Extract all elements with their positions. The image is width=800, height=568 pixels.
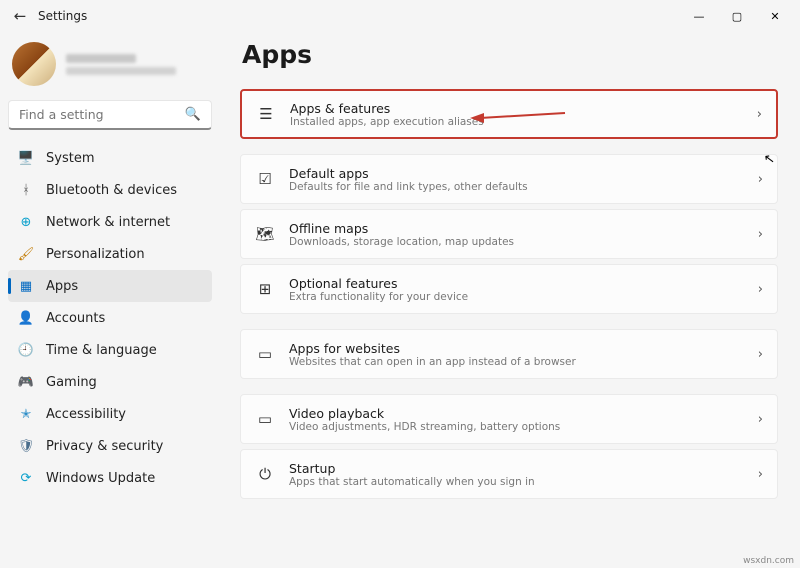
maximize-button[interactable]: ▢: [718, 2, 756, 30]
content-area: Apps ☰ Apps & features Installed apps, a…: [218, 32, 800, 568]
item-title: Apps for websites: [289, 341, 744, 356]
nav-icon: ✭: [18, 406, 34, 422]
nav-icon: ⟳: [18, 470, 34, 486]
nav-icon: 👤: [18, 310, 34, 326]
chevron-right-icon: ›: [758, 412, 763, 427]
item-icon: ⊞: [255, 279, 275, 299]
user-name-redacted: [66, 54, 136, 63]
item-icon: ☑: [255, 169, 275, 189]
item-title: Apps & features: [290, 101, 743, 116]
user-email-redacted: [66, 67, 176, 75]
watermark: wsxdn.com: [743, 556, 794, 566]
search-input[interactable]: [19, 107, 185, 122]
settings-item-video-playback[interactable]: ▭ Video playback Video adjustments, HDR …: [240, 394, 778, 444]
item-subtitle: Apps that start automatically when you s…: [289, 476, 744, 488]
sidebar-item-apps[interactable]: ▦ Apps: [8, 270, 212, 302]
settings-item-startup[interactable]: ⏻ Startup Apps that start automatically …: [240, 449, 778, 499]
item-icon: ⏻: [255, 464, 275, 484]
item-title: Startup: [289, 461, 744, 476]
window-title: Settings: [38, 9, 87, 23]
search-icon: 🔍: [185, 107, 201, 122]
item-icon: ▭: [255, 409, 275, 429]
nav-icon: 🛡: [18, 438, 34, 454]
item-subtitle: Installed apps, app execution aliases: [290, 116, 743, 128]
cursor-icon: ↖: [763, 151, 776, 167]
nav-list: 🖥️ System ᚼ Bluetooth & devices ⊕ Network & i…: [8, 142, 212, 494]
item-icon: ▭: [255, 344, 275, 364]
item-subtitle: Video adjustments, HDR streaming, batter…: [289, 421, 744, 433]
page-heading: Apps: [242, 40, 778, 69]
search-box[interactable]: 🔍: [8, 100, 212, 130]
chevron-right-icon: ›: [758, 347, 763, 362]
item-subtitle: Downloads, storage location, map updates: [289, 236, 744, 248]
sidebar-item-time-language[interactable]: 🕘 Time & language: [8, 334, 212, 366]
back-button[interactable]: ←: [6, 2, 34, 30]
nav-label: System: [46, 151, 94, 166]
item-icon: ☰: [256, 104, 276, 124]
settings-item-apps-features[interactable]: ☰ Apps & features Installed apps, app ex…: [240, 89, 778, 139]
minimize-button[interactable]: —: [680, 2, 718, 30]
chevron-right-icon: ›: [758, 467, 763, 482]
chevron-right-icon: ›: [757, 107, 762, 122]
item-subtitle: Defaults for file and link types, other …: [289, 181, 744, 193]
nav-icon: 🕘: [18, 342, 34, 358]
sidebar-item-network-internet[interactable]: ⊕ Network & internet: [8, 206, 212, 238]
close-button[interactable]: ✕: [756, 2, 794, 30]
nav-label: Bluetooth & devices: [46, 183, 177, 198]
nav-label: Windows Update: [46, 471, 155, 486]
sidebar-item-privacy-security[interactable]: 🛡 Privacy & security: [8, 430, 212, 462]
nav-label: Privacy & security: [46, 439, 163, 454]
user-profile[interactable]: [8, 38, 212, 100]
settings-item-apps-for-websites[interactable]: ▭ Apps for websites Websites that can op…: [240, 329, 778, 379]
settings-item-default-apps[interactable]: ☑ Default apps Defaults for file and lin…: [240, 154, 778, 204]
chevron-right-icon: ›: [758, 172, 763, 187]
settings-item-optional-features[interactable]: ⊞ Optional features Extra functionality …: [240, 264, 778, 314]
nav-label: Accessibility: [46, 407, 126, 422]
chevron-right-icon: ›: [758, 227, 763, 242]
nav-icon: ᚼ: [18, 182, 34, 198]
chevron-right-icon: ›: [758, 282, 763, 297]
nav-icon: 🖌: [18, 246, 34, 262]
settings-list: ☰ Apps & features Installed apps, app ex…: [240, 89, 778, 499]
item-title: Video playback: [289, 406, 744, 421]
sidebar-item-accessibility[interactable]: ✭ Accessibility: [8, 398, 212, 430]
item-title: Offline maps: [289, 221, 744, 236]
nav-label: Time & language: [46, 343, 157, 358]
sidebar-item-windows-update[interactable]: ⟳ Windows Update: [8, 462, 212, 494]
nav-label: Personalization: [46, 247, 145, 262]
sidebar-item-system[interactable]: 🖥️ System: [8, 142, 212, 174]
item-icon: 🗺: [255, 224, 275, 244]
nav-label: Accounts: [46, 311, 105, 326]
item-subtitle: Websites that can open in an app instead…: [289, 356, 744, 368]
nav-icon: ▦: [18, 278, 34, 294]
sidebar-item-bluetooth-devices[interactable]: ᚼ Bluetooth & devices: [8, 174, 212, 206]
sidebar: 🔍 🖥️ System ᚼ Bluetooth & devices ⊕ Network &…: [0, 32, 218, 568]
item-title: Optional features: [289, 276, 744, 291]
item-subtitle: Extra functionality for your device: [289, 291, 744, 303]
nav-label: Apps: [46, 279, 78, 294]
item-title: Default apps: [289, 166, 744, 181]
sidebar-item-gaming[interactable]: 🎮 Gaming: [8, 366, 212, 398]
title-bar: ← Settings — ▢ ✕: [0, 0, 800, 32]
nav-label: Gaming: [46, 375, 97, 390]
nav-icon: 🖥️: [18, 150, 34, 166]
nav-icon: 🎮: [18, 374, 34, 390]
settings-item-offline-maps[interactable]: 🗺 Offline maps Downloads, storage locati…: [240, 209, 778, 259]
sidebar-item-accounts[interactable]: 👤 Accounts: [8, 302, 212, 334]
nav-label: Network & internet: [46, 215, 170, 230]
avatar: [12, 42, 56, 86]
nav-icon: ⊕: [18, 214, 34, 230]
sidebar-item-personalization[interactable]: 🖌 Personalization: [8, 238, 212, 270]
